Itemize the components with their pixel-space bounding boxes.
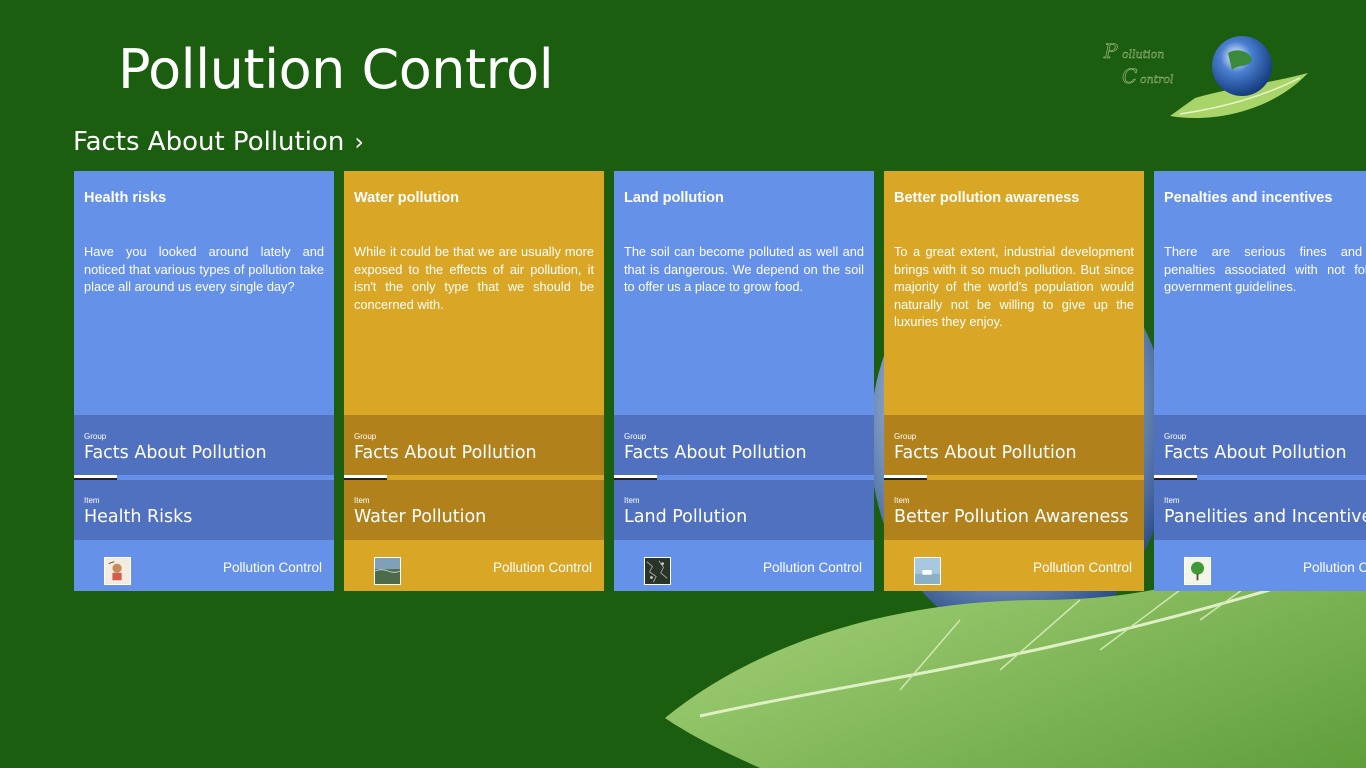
tile-health-risks[interactable]: Health risks Have you looked around late…: [74, 171, 334, 591]
item-band: Item Health Risks: [74, 480, 334, 540]
pollution-control-logo-icon: P ollution C ontrol: [1103, 36, 1308, 119]
group-band: Group Facts About Pollution: [614, 415, 874, 475]
tile-description: To a great extent, industrial developmen…: [894, 244, 1134, 329]
tile-footer: Pollution Control: [74, 540, 334, 591]
group-value: Facts About Pollution: [624, 443, 807, 463]
svg-text:ollution: ollution: [1122, 48, 1164, 61]
tile-title: Health risks: [84, 190, 167, 206]
tile-land-pollution[interactable]: Land pollution The soil can become pollu…: [614, 171, 874, 591]
footer-label: Pollution Control: [222, 560, 322, 575]
item-label: Item: [354, 496, 370, 505]
item-value: Water Pollution: [354, 507, 487, 527]
tile-better-pollution-awareness[interactable]: Better pollution awareness To a great ex…: [884, 171, 1144, 591]
tile-title: Water pollution: [354, 190, 459, 206]
item-value: Panelities and Incentives: [1164, 507, 1366, 527]
group-value: Facts About Pollution: [1164, 443, 1347, 463]
item-label: Item: [84, 496, 100, 505]
tile-description: While it could be that we are usually mo…: [354, 244, 594, 312]
tile-title: Land pollution: [624, 190, 724, 206]
tile-footer: Pollution Control: [614, 540, 874, 591]
tile-penalties-and-incentives[interactable]: Penalties and incentives There are serio…: [1154, 171, 1366, 591]
item-band: Item Better Pollution Awareness: [884, 480, 1144, 540]
tile-description: The soil can become polluted as well and…: [624, 244, 864, 294]
water-pollution-thumbnail-icon: [374, 557, 401, 585]
group-label: Group: [624, 432, 647, 441]
group-label: Group: [84, 432, 107, 441]
tile-description: There are serious fines and even penalti…: [1164, 244, 1366, 294]
health-risks-thumbnail-icon: [104, 557, 131, 585]
item-band: Item Land Pollution: [614, 480, 874, 540]
group-band: Group Facts About Pollution: [884, 415, 1144, 475]
footer-label: Pollution Control: [762, 560, 862, 575]
group-header-label: Facts About Pollution: [73, 127, 345, 157]
tile-footer: Pollution Control: [1154, 540, 1366, 591]
footer-label: Pollution Control: [1032, 560, 1132, 575]
item-value: Better Pollution Awareness: [894, 507, 1129, 527]
item-label: Item: [624, 496, 640, 505]
tile-footer: Pollution Control: [344, 540, 604, 591]
item-value: Health Risks: [84, 507, 193, 527]
footer-label: Pollution Control: [492, 560, 592, 575]
chevron-right-icon: ›: [354, 128, 364, 156]
group-value: Facts About Pollution: [354, 443, 537, 463]
tile-water-pollution[interactable]: Water pollution While it could be that w…: [344, 171, 604, 591]
tiles-grid: Health risks Have you looked around late…: [74, 171, 1366, 591]
group-header-facts-about-pollution[interactable]: Facts About Pollution ›: [73, 126, 364, 158]
svg-text:ontrol: ontrol: [1140, 73, 1174, 86]
tile-description: Have you looked around lately and notice…: [84, 244, 324, 294]
group-value: Facts About Pollution: [84, 443, 267, 463]
land-pollution-thumbnail-icon: [644, 557, 671, 585]
group-label: Group: [894, 432, 917, 441]
app-title: Pollution Control: [118, 38, 554, 101]
group-label: Group: [1164, 432, 1187, 441]
tile-title: Penalties and incentives: [1164, 190, 1333, 206]
svg-text:C: C: [1122, 64, 1137, 88]
item-band: Item Panelities and Incentives: [1154, 480, 1366, 540]
item-value: Land Pollution: [624, 507, 748, 527]
svg-text:P: P: [1103, 39, 1118, 63]
tile-title: Better pollution awareness: [894, 190, 1080, 206]
item-band: Item Water Pollution: [344, 480, 604, 540]
app-root: Pollution Control P ollution C ontrol Fa…: [0, 0, 1366, 768]
item-label: Item: [894, 496, 910, 505]
group-band: Group Facts About Pollution: [74, 415, 334, 475]
awareness-thumbnail-icon: [914, 557, 941, 585]
group-band: Group Facts About Pollution: [344, 415, 604, 475]
group-value: Facts About Pollution: [894, 443, 1077, 463]
tile-footer: Pollution Control: [884, 540, 1144, 591]
tree-thumbnail-icon: [1184, 557, 1211, 585]
item-label: Item: [1164, 496, 1180, 505]
footer-label: Pollution Control: [1302, 560, 1366, 575]
group-band: Group Facts About Pollution: [1154, 415, 1366, 475]
group-label: Group: [354, 432, 377, 441]
